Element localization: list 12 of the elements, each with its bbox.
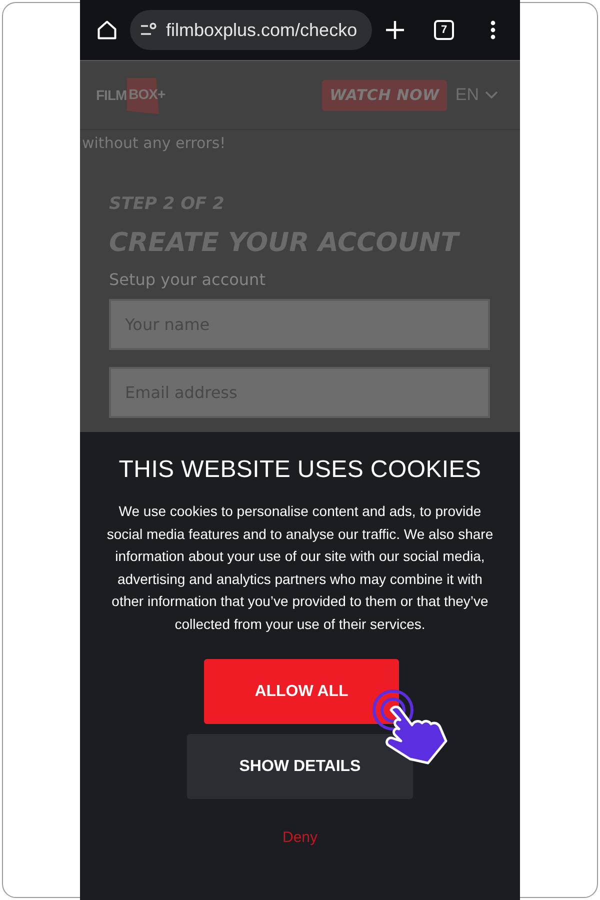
- site-settings-icon[interactable]: [140, 22, 158, 38]
- form-subtitle: Setup your account: [109, 270, 266, 289]
- show-details-button[interactable]: SHOW DETAILS: [187, 734, 413, 799]
- banner-title: THIS WEBSITE USES COOKIES: [118, 456, 482, 484]
- banner-text: We use cookies to personalise content and ads, to provide social media features and to analyse our traffic. We also share information about your use of our site with our social media, advertising and analytics partners who may combine it with other information that you’ve provided to them or that they’ve collected from your use of their services.: [106, 502, 494, 634]
- deny-link[interactable]: Deny: [282, 829, 318, 846]
- notice-text: without any errors!: [82, 134, 226, 152]
- tab-count[interactable]: 7: [434, 20, 454, 40]
- address-bar[interactable]: filmboxplus.com/checko: [130, 10, 372, 50]
- url-text: filmboxplus.com/checko: [166, 20, 358, 40]
- chevron-down-icon: [485, 91, 498, 99]
- allow-all-button[interactable]: ALLOW ALL: [204, 659, 399, 724]
